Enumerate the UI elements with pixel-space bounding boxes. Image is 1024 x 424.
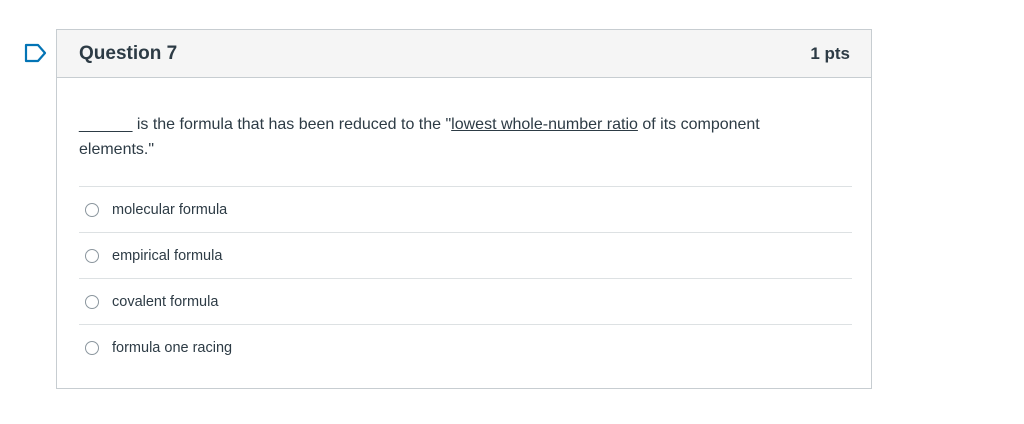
question-header: Question 7 1 pts: [57, 30, 871, 78]
flag-question-icon[interactable]: [24, 43, 48, 63]
answer-option[interactable]: molecular formula: [79, 187, 852, 233]
lowest-ratio-link[interactable]: lowest whole-number ratio: [451, 116, 638, 133]
question-text: ______ is the formula that has been redu…: [79, 112, 819, 162]
question-body: ______ is the formula that has been redu…: [57, 78, 871, 370]
question-card: Question 7 1 pts ______ is the formula t…: [56, 29, 872, 389]
answer-label: empirical formula: [112, 247, 223, 264]
radio-icon[interactable]: [85, 340, 99, 355]
radio-icon[interactable]: [85, 202, 99, 217]
question-points: 1 pts: [810, 43, 850, 63]
radio-icon[interactable]: [85, 294, 99, 309]
question-title: Question 7: [79, 42, 178, 64]
radio-icon[interactable]: [85, 248, 99, 263]
question-text-before: is the formula that has been reduced to …: [132, 116, 452, 133]
answer-option[interactable]: covalent formula: [79, 279, 852, 325]
question-blank: ______: [79, 116, 133, 133]
answer-option[interactable]: empirical formula: [79, 233, 852, 279]
answer-option[interactable]: formula one racing: [79, 325, 852, 370]
answer-label: molecular formula: [112, 201, 228, 218]
answer-list: molecular formula empirical formula cova…: [79, 186, 852, 370]
answer-label: formula one racing: [112, 339, 233, 356]
answer-label: covalent formula: [112, 293, 219, 310]
